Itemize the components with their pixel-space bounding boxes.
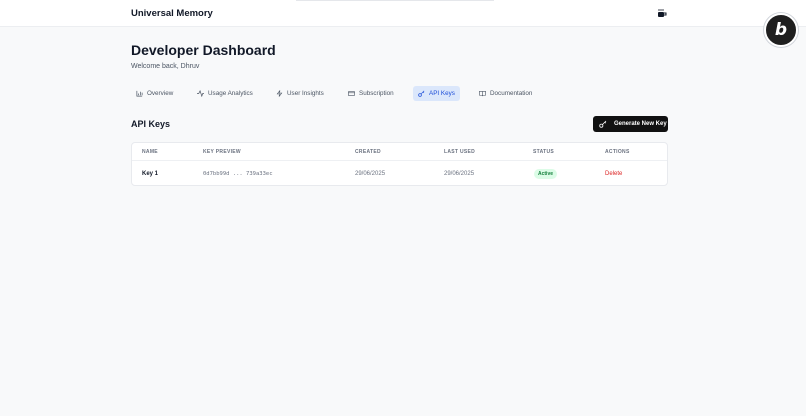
badge-icon[interactable]: b [764,13,798,47]
column-header-created: CREATED [355,149,381,155]
table-header: NAME KEY PREVIEW CREATED LAST USED STATU… [132,143,667,161]
bar-chart-icon [136,90,143,97]
activity-icon [197,90,204,97]
app-title[interactable]: Universal Memory [131,8,213,19]
tab-label: Usage Analytics [208,90,253,97]
generate-key-label: Generate New Key [614,121,667,127]
key-preview: 0d7bb99d ... 739a33ec [203,171,273,177]
zap-icon [276,90,283,97]
column-header-status: STATUS [533,149,555,155]
tab-label: Overview [147,90,174,97]
key-icon [599,120,607,128]
top-divider [296,0,494,1]
tab-overview[interactable]: Overview [131,86,178,101]
status-badge: Active [534,169,558,179]
section-title: API Keys [131,119,171,129]
tab-usage-analytics[interactable]: Usage Analytics [192,86,258,101]
key-name: Key 1 [142,171,159,177]
book-icon [479,91,486,97]
cup-icon[interactable] [656,9,668,19]
tab-documentation[interactable]: Documentation [474,86,537,101]
tab-label: User Insights [287,90,324,97]
badge-letter: b [774,20,788,40]
tab-label: API Keys [429,90,455,97]
key-last-used: 29/06/2025 [444,171,475,177]
tab-api-keys[interactable]: API Keys [413,86,460,101]
key-icon [418,90,425,97]
tab-label: Subscription [359,90,394,97]
api-keys-table: NAME KEY PREVIEW CREATED LAST USED STATU… [131,142,668,186]
tab-label: Documentation [490,90,533,97]
generate-key-button[interactable]: Generate New Key [593,116,668,132]
welcome-text: Welcome back, Dhruv [131,63,200,70]
tab-subscription[interactable]: Subscription [343,86,399,101]
column-header-key-preview: KEY PREVIEW [203,149,241,155]
table-row: Key 1 0d7bb99d ... 739a33ec 29/06/2025 2… [132,162,667,186]
column-header-last-used: LAST USED [444,149,476,155]
credit-card-icon [348,91,355,96]
page-title: Developer Dashboard [131,42,276,58]
column-header-name: NAME [142,149,158,155]
top-bar: Universal Memory [0,0,806,27]
tab-user-insights[interactable]: User Insights [271,86,329,101]
column-header-actions: ACTIONS [605,149,630,155]
delete-button[interactable]: Delete [605,171,622,177]
key-created: 29/06/2025 [355,171,386,177]
